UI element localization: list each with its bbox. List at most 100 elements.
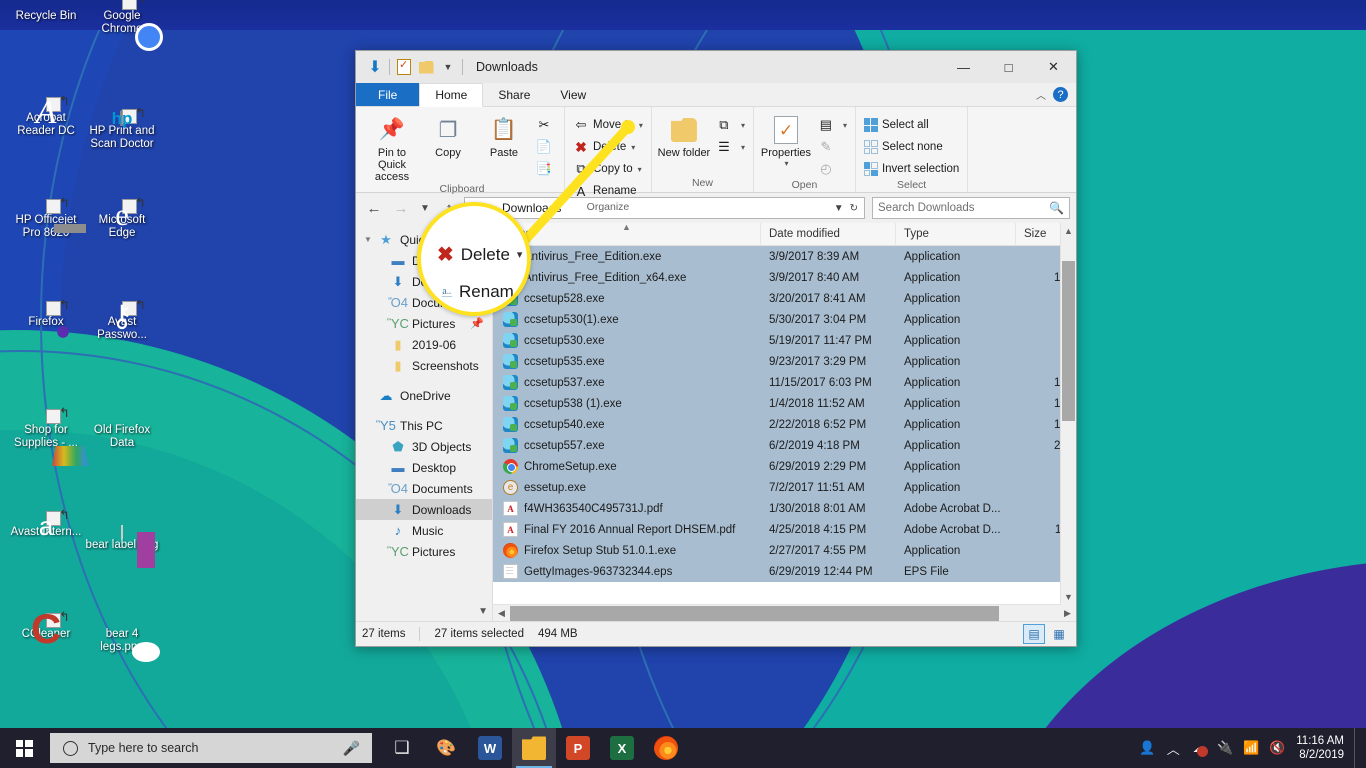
history-button[interactable]: ◴ (814, 159, 851, 179)
paint-3d-taskbar-item[interactable] (424, 728, 468, 768)
rename-button[interactable]: ὜A Rename (569, 181, 647, 201)
open-button[interactable]: ▤ ▾ (814, 115, 851, 135)
file-row[interactable]: essetup.exe 7/2/2017 11:51 AM Application (493, 477, 1076, 498)
nav-item-3d-objects[interactable]: ⬟ 3D Objects (356, 436, 492, 457)
scroll-left-arrow-icon[interactable]: ◀ (493, 608, 510, 619)
wifi-icon[interactable]: 📶 (1238, 728, 1264, 768)
desktop-icon[interactable]: Shop for Supplies - ... (8, 424, 84, 450)
chevron-down-icon[interactable]: ▾ (638, 165, 642, 174)
word-taskbar-item[interactable] (468, 728, 512, 768)
desktop-icon[interactable]: Google Chrome (84, 10, 160, 36)
file-explorer-taskbar-item[interactable] (512, 728, 556, 768)
desktop-icon[interactable]: Old Firefox Data (84, 424, 160, 450)
show-desktop-button[interactable] (1354, 728, 1360, 768)
taskbar-search-input[interactable]: Type here to search (88, 741, 343, 755)
taskbar[interactable]: Type here to search 🎤 👤 ︿ ☁ 🔌 📶 🔇 11:16 … (0, 728, 1366, 768)
file-row[interactable]: GettyImages-963732344.eps 6/29/2019 12:44… (493, 561, 1076, 582)
chevron-down-icon[interactable]: ▾ (741, 121, 745, 130)
new-folder-button[interactable]: New folder (656, 112, 712, 159)
desktop-icon[interactable]: HP Print and Scan Doctor (84, 112, 160, 151)
invert-selection-button[interactable]: Invert selection (860, 159, 963, 179)
people-icon[interactable]: 👤 (1134, 728, 1160, 768)
file-row[interactable]: ccsetup530.exe 5/19/2017 11:47 PM Applicat… (493, 330, 1076, 351)
volume-muted-icon[interactable]: 🔇 (1264, 728, 1290, 768)
file-row[interactable]: ccsetup538 (1).exe 1/4/2018 11:52 AM Appli… (493, 393, 1076, 414)
column-header-type[interactable]: Type (896, 223, 1016, 246)
horizontal-scrollbar[interactable]: ◀ ▶ (493, 604, 1076, 621)
large-icons-view-icon[interactable]: ▦ (1048, 624, 1070, 644)
microphone-icon[interactable]: 🎤 (343, 740, 360, 757)
chevron-down-icon[interactable]: ▾ (784, 159, 788, 168)
file-row[interactable]: ccsetup540.exe 2/22/2018 6:52 PM Applicati… (493, 414, 1076, 435)
select-all-button[interactable]: Select all (860, 115, 963, 135)
chevron-down-icon[interactable]: ▾ (843, 121, 847, 130)
file-row[interactable]: ccsetup528.exe 3/20/2017 8:41 AM Applicati… (493, 288, 1076, 309)
nav-item-pictures[interactable]: ὛC Pictures (356, 541, 492, 562)
powerpoint-taskbar-item[interactable] (556, 728, 600, 768)
copy-path-button[interactable]: 📄 (532, 137, 560, 157)
cut-button[interactable]: ✂ (532, 115, 560, 135)
column-headers[interactable]: ▲Name Date modified Type Size (493, 223, 1076, 246)
back-arrow-icon[interactable]: ← (362, 197, 386, 219)
chevron-down-icon[interactable]: ▾ (741, 143, 745, 152)
nav-item-documents[interactable]: Ὄ4 Documents (356, 478, 492, 499)
search-box[interactable]: Search Downloads 🔍 (872, 197, 1070, 219)
new-folder-icon[interactable] (415, 56, 437, 78)
vertical-scrollbar[interactable]: ▲ ▼ (1060, 223, 1076, 605)
download-icon[interactable]: ⬇ (364, 56, 386, 78)
view-buttons[interactable]: ▤ ▦ (1023, 624, 1070, 644)
move-to-button[interactable]: ⇦ Move to ▾ (569, 115, 647, 135)
battery-icon[interactable]: 🔌 (1212, 728, 1238, 768)
tab-share[interactable]: Share (483, 83, 545, 106)
details-view-icon[interactable]: ▤ (1023, 624, 1045, 644)
easy-access-button[interactable]: ☰ ▾ (712, 137, 749, 157)
file-row[interactable]: ChromeSetup.exe 6/29/2019 2:29 PM Applicat… (493, 456, 1076, 477)
search-input[interactable]: Search Downloads (878, 202, 1049, 214)
refresh-icon[interactable]: ↻ (850, 203, 858, 214)
pin-icon[interactable]: 📌 (470, 317, 484, 330)
system-tray[interactable]: 👤 ︿ ☁ 🔌 📶 🔇 11:16 AM 8/2/2019 (1134, 728, 1366, 768)
taskbar-items[interactable] (380, 728, 688, 768)
chevron-up-icon[interactable]: ︿ (1036, 87, 1046, 102)
properties-icon[interactable] (393, 56, 415, 78)
paste-button[interactable]: 📋 Paste (476, 112, 532, 159)
scroll-right-arrow-icon[interactable]: ▶ (1059, 608, 1076, 619)
copy-to-button[interactable]: ⧉ Copy to ▾ (569, 159, 647, 179)
file-row[interactable]: ccsetup537.exe 11/15/2017 6:03 PM Applicat… (493, 372, 1076, 393)
forward-arrow-icon[interactable]: → (389, 197, 413, 219)
file-row[interactable]: Antivirus_Free_Edition_x64.exe3/9/2017 8… (493, 267, 1076, 288)
taskbar-search-box[interactable]: Type here to search 🎤 (50, 733, 372, 763)
nav-scroll-down-icon[interactable]: ▼ (478, 606, 488, 617)
paste-shortcut-button[interactable]: 📑 (532, 159, 560, 179)
desktop-icon[interactable]: Firefox (8, 316, 84, 329)
file-explorer-window[interactable]: ⬇ ▼ Downloads — □ ✕ FileHomeShareView︿? … (355, 50, 1077, 647)
scroll-up-arrow-icon[interactable]: ▲ (1061, 223, 1076, 239)
excel-taskbar-item[interactable] (600, 728, 644, 768)
tab-file[interactable]: File (356, 83, 419, 106)
desktop-icon[interactable]: bear 4 legs.png (84, 628, 160, 654)
chevron-down-icon[interactable]: ▾ (639, 121, 643, 130)
nav-item-desktop[interactable]: ▬ Desktop (356, 457, 492, 478)
new-item-button[interactable]: ⧉ ▾ (712, 115, 749, 135)
breadcrumb-dropdown-icon[interactable]: ▼ (834, 203, 844, 214)
file-row[interactable]: ccsetup535.exe 9/23/2017 3:29 PM Applicati… (493, 351, 1076, 372)
desktop-icon[interactable]: Avast Passwo... (84, 316, 160, 342)
file-list-pane[interactable]: ▲Name Date modified Type Size Antivirus_Fre… (493, 223, 1076, 621)
desktop-icon[interactable]: HP Officejet Pro 8620 (8, 214, 84, 240)
nav-item-music[interactable]: ♪ Music (356, 520, 492, 541)
vertical-scroll-thumb[interactable] (1062, 261, 1075, 421)
nav-item-2019-06[interactable]: ▮ 2019-06 (356, 334, 492, 355)
desktop-icon[interactable]: CCleaner (8, 628, 84, 641)
select-none-button[interactable]: Select none (860, 137, 963, 157)
horizontal-scroll-thumb[interactable] (510, 606, 999, 621)
nav-item-pictures[interactable]: ὛC Pictures 📌 (356, 313, 492, 334)
maximize-button[interactable]: □ (986, 51, 1031, 83)
file-list[interactable]: Antivirus_Free_Edition.exe3/9/2017 8:39 … (493, 246, 1076, 604)
help-button[interactable]: ? (1053, 87, 1068, 102)
close-button[interactable]: ✕ (1031, 51, 1076, 83)
avast-tray-icon[interactable]: ☁ (1186, 728, 1212, 768)
copy-button[interactable]: ❐ Copy (420, 112, 476, 159)
file-row[interactable]: ccsetup530(1).exe 5/30/2017 3:04 PM Applic… (493, 309, 1076, 330)
desktop-icon[interactable]: Acrobat Reader DC (8, 112, 84, 138)
desktop-icon[interactable]: Microsoft Edge (84, 214, 160, 240)
